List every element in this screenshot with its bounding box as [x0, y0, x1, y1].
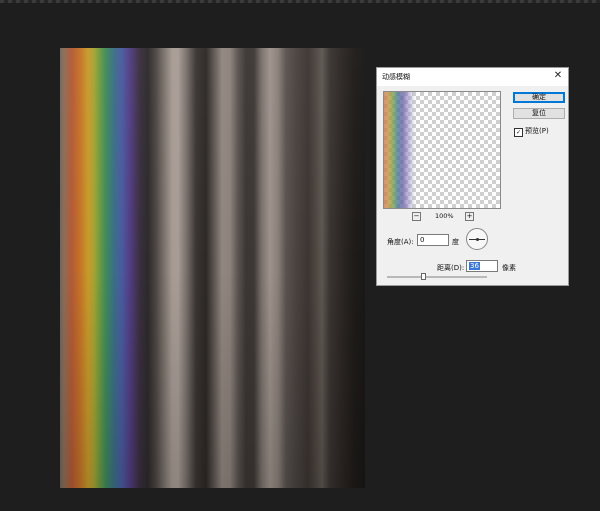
angle-dial-icon[interactable]	[466, 228, 488, 250]
distance-slider-thumb[interactable]	[421, 273, 426, 280]
distance-slider-track[interactable]	[387, 276, 487, 278]
top-ruler-strip	[0, 0, 600, 3]
dialog-title: 动感模糊	[382, 73, 410, 81]
preview-checkbox-label: 预览(P)	[525, 127, 549, 135]
dialog-titlebar: 动感模糊 ✕	[377, 68, 568, 86]
distance-input[interactable]: 36	[466, 260, 498, 272]
preview-image-strip	[384, 92, 416, 208]
distance-value: 36	[469, 262, 480, 270]
preview-checkbox[interactable]: ✓	[514, 128, 523, 137]
document-canvas[interactable]	[60, 48, 365, 488]
ok-button[interactable]: 确定	[513, 92, 565, 103]
angle-input[interactable]: 0	[417, 234, 449, 246]
preview-thumbnail[interactable]	[383, 91, 501, 209]
angle-unit: 度	[452, 238, 459, 246]
preview-checkbox-row[interactable]: ✓ 预览(P)	[514, 126, 549, 137]
zoom-level: 100%	[435, 212, 454, 220]
zoom-in-button[interactable]: +	[465, 212, 474, 221]
distance-label: 距离(D):	[437, 264, 465, 272]
distance-unit: 像素	[502, 264, 516, 272]
close-icon[interactable]: ✕	[552, 70, 564, 82]
zoom-controls: − 100% +	[383, 212, 501, 222]
angle-label: 角度(A):	[387, 238, 414, 246]
reset-button[interactable]: 复位	[513, 108, 565, 119]
motion-blur-dialog: 动感模糊 ✕ − 100% + 确定 复位 ✓ 预览(P) 角度(A): 0 度 …	[376, 67, 569, 286]
zoom-out-button[interactable]: −	[412, 212, 421, 221]
